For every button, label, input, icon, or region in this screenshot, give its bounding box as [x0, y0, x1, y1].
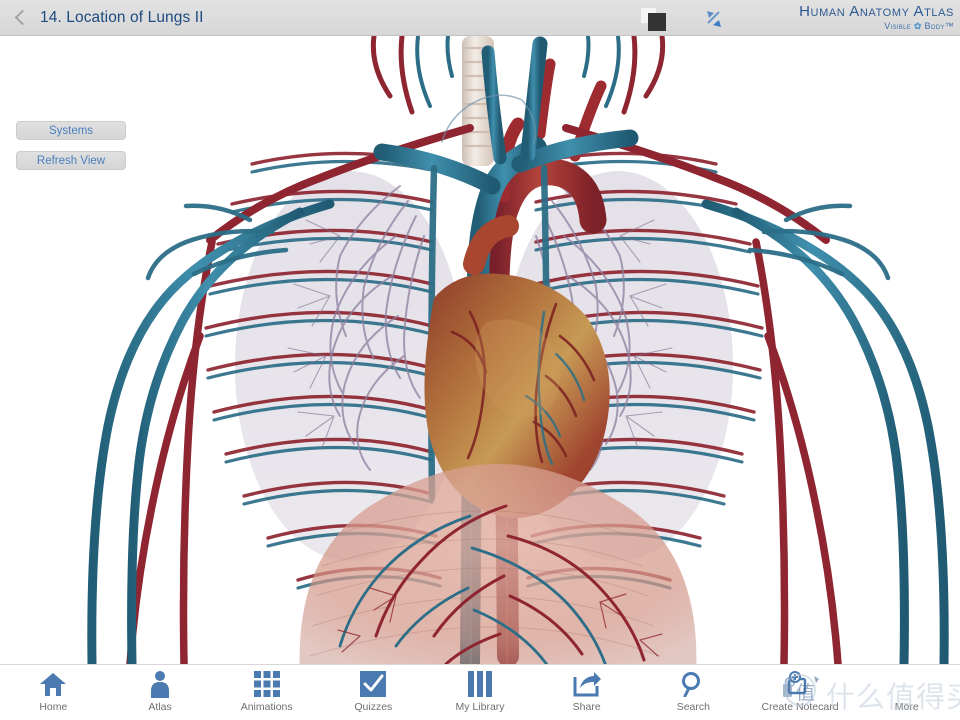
toolbar-share[interactable]: Share	[533, 665, 640, 720]
grid-3x3-icon	[253, 670, 280, 698]
toolbar-animations[interactable]: Animations	[213, 665, 320, 720]
magnifier-icon	[680, 670, 706, 698]
toolbar-atlas[interactable]: Atlas	[107, 665, 214, 720]
toolbar-share-label: Share	[572, 701, 601, 713]
brand-logo: Human Anatomy Atlas Visible ✿ Body™	[799, 4, 954, 32]
toolbar-search[interactable]: Search	[640, 665, 747, 720]
bottom-toolbar: Home Atlas Animations Quizzes My Library…	[0, 664, 960, 720]
toolbar-quizzes[interactable]: Quizzes	[320, 665, 427, 720]
toolbar-animations-label: Animations	[240, 701, 293, 713]
brand-trademark: ™	[944, 21, 954, 31]
notecard-icon	[786, 670, 814, 698]
brand-sub-visible: Visible	[884, 21, 912, 31]
layers-front-square	[648, 13, 666, 31]
systems-button[interactable]: Systems	[16, 121, 126, 140]
systems-button-label: Systems	[48, 124, 94, 137]
brand-sub-body: Body	[924, 21, 945, 31]
refresh-view-button[interactable]: Refresh View	[16, 151, 126, 170]
refresh-view-button-label: Refresh View	[36, 154, 106, 167]
layers-squares-icon[interactable]	[640, 7, 670, 31]
toolbar-atlas-label: Atlas	[148, 701, 172, 713]
checkbox-icon	[360, 670, 387, 698]
toolbar-more[interactable]: More	[853, 665, 960, 720]
person-icon	[149, 670, 171, 698]
toolbar-search-label: Search	[676, 701, 710, 713]
toolbar-create-notecard[interactable]: Create Notecard	[747, 665, 854, 720]
toolbar-home-label: Home	[39, 701, 68, 713]
top-bar: 14. Location of Lungs II Human Anatomy A…	[0, 0, 960, 36]
chevron-left-icon	[14, 9, 30, 26]
toolbar-create-notecard-label: Create Notecard	[761, 701, 839, 713]
toolbar-more-label: More	[894, 701, 919, 713]
anatomy-viewer-canvas[interactable]	[0, 36, 960, 664]
back-button[interactable]	[0, 0, 40, 36]
brand-name: Human Anatomy Atlas	[799, 3, 954, 20]
toolbar-my-library[interactable]: My Library	[427, 665, 534, 720]
diagonal-resize-arrows-icon[interactable]	[700, 8, 728, 30]
toolbar-my-library-label: My Library	[455, 701, 505, 713]
brand-sub: Visible ✿ Body™	[799, 21, 954, 32]
brand-divider-icon: ✿	[911, 21, 925, 31]
house-icon	[39, 670, 67, 698]
books-bars-icon	[468, 670, 493, 698]
toolbar-home[interactable]: Home	[0, 665, 107, 720]
page-title: 14. Location of Lungs II	[40, 8, 204, 26]
share-arrow-icon	[573, 670, 601, 698]
toolbar-quizzes-label: Quizzes	[354, 701, 393, 713]
anatomy-3d-render[interactable]	[0, 36, 960, 664]
